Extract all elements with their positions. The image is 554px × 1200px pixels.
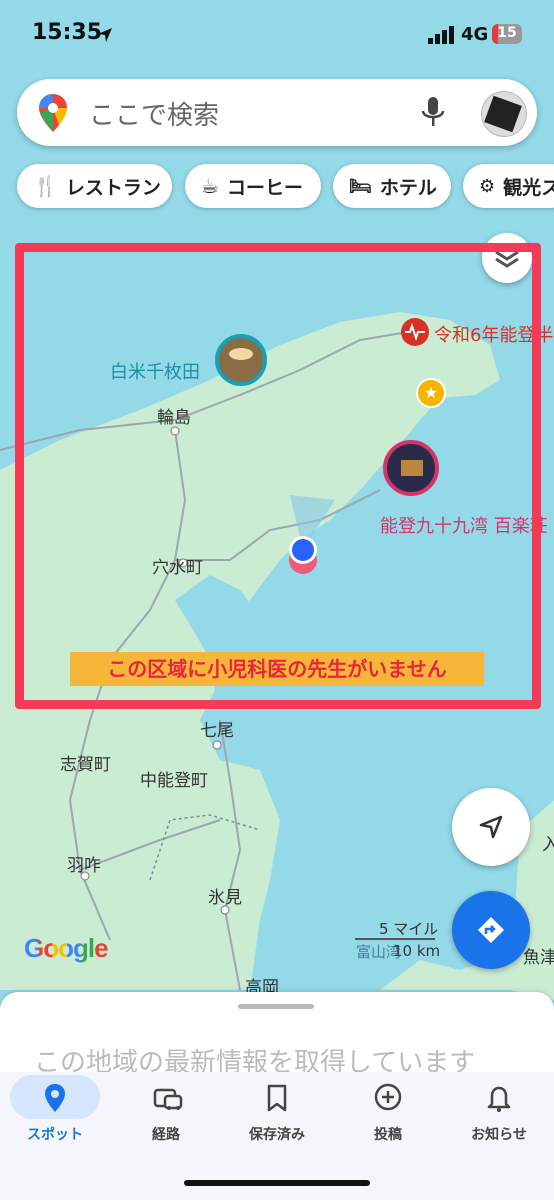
bookmark-icon [267, 1084, 287, 1112]
place-label-hakui: 羽咋 [67, 856, 101, 876]
nav-notifications[interactable]: お知らせ [444, 1072, 554, 1143]
avatar[interactable] [481, 91, 527, 137]
search-input[interactable]: ここで検索 [89, 95, 219, 132]
chip-label: 観光ス [503, 176, 554, 199]
place-label-edge: 入 [542, 835, 554, 855]
fork-knife-icon: 🍴 [33, 174, 58, 198]
chip-coffee[interactable]: ☕ コーヒー [185, 164, 321, 208]
commute-icon [153, 1088, 183, 1110]
directions-button[interactable] [452, 891, 530, 969]
nav-label: 経路 [152, 1127, 180, 1143]
google-logo-text: Google [24, 933, 109, 963]
nav-route[interactable]: 経路 [111, 1072, 221, 1143]
add-circle-icon [374, 1083, 402, 1111]
chip-restaurant[interactable]: 🍴 レストラン [17, 164, 172, 208]
place-label-uozu: 魚津 [523, 948, 554, 968]
chip-label: コーヒー [226, 176, 303, 199]
directions-icon [478, 917, 504, 943]
place-label-himi: 氷見 [208, 888, 242, 908]
battery-level: 15 [497, 25, 517, 41]
location-pin-icon [45, 1084, 65, 1112]
navigation-arrow-icon [479, 815, 503, 839]
nav-saved[interactable]: 保存済み [222, 1072, 332, 1143]
place-label-shika: 志賀町 [60, 755, 111, 775]
scale-km: 10 km [393, 942, 441, 960]
ferris-wheel-icon: ⚙ [479, 175, 496, 197]
map-scale: 5 マイル 10 km [355, 918, 445, 962]
status-bar: 15:35 4G 15 [0, 0, 554, 70]
microphone-icon[interactable] [421, 97, 445, 129]
signal-icon [428, 26, 454, 44]
coffee-cup-icon: ☕ [201, 174, 219, 198]
chip-label: レストラン [65, 176, 161, 199]
nav-label: 保存済み [249, 1127, 305, 1143]
bell-icon [487, 1086, 511, 1112]
google-logo: Google [24, 933, 109, 964]
location-arrow-icon [98, 28, 112, 42]
nav-post[interactable]: 投稿 [333, 1072, 443, 1143]
sheet-handle[interactable] [238, 1004, 314, 1009]
scale-bar [355, 938, 435, 940]
place-label-nanao: 七尾 [200, 721, 234, 741]
bottom-sheet[interactable]: この地域の最新情報を取得しています [0, 992, 554, 1082]
highlight-frame [15, 243, 541, 709]
nav-spot[interactable]: スポット [0, 1072, 110, 1143]
pediatrician-notice-banner: この区域に小児科医の先生がいません [70, 652, 484, 686]
chip-sightseeing[interactable]: ⚙ 観光ス [463, 164, 554, 208]
home-indicator [184, 1180, 370, 1186]
nav-label: スポット [27, 1127, 83, 1143]
my-location-button[interactable] [452, 788, 530, 866]
chip-hotel[interactable]: 🛏 ホテル [333, 164, 451, 208]
nav-label: 投稿 [374, 1127, 402, 1143]
search-bar[interactable]: ここで検索 [17, 79, 537, 146]
chip-label: ホテル [379, 176, 437, 199]
scale-miles: 5 マイル [379, 920, 439, 938]
nav-label: お知らせ [471, 1127, 527, 1143]
network-label: 4G [461, 24, 489, 45]
maps-pin-icon [39, 94, 67, 132]
place-label-nakanoto: 中能登町 [140, 771, 208, 791]
bed-icon: 🛏 [349, 175, 372, 197]
status-time: 15:35 [32, 20, 103, 45]
battery-icon: 15 [492, 24, 522, 44]
